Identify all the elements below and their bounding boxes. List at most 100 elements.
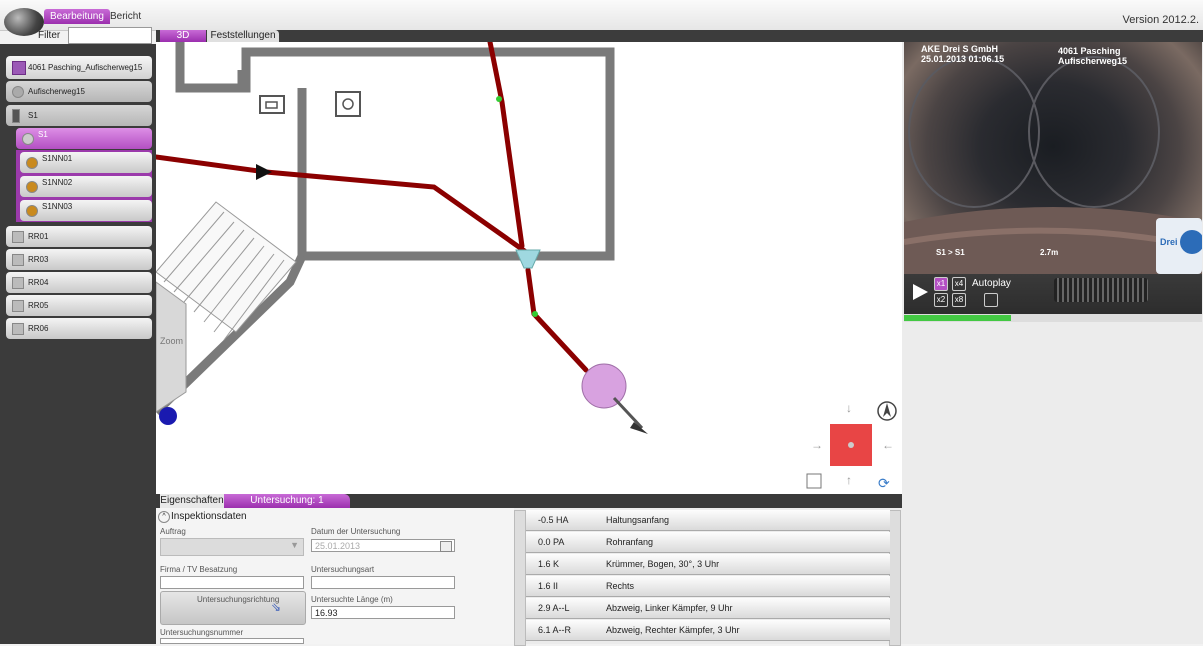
findings-scrollbar-right[interactable] — [889, 510, 901, 646]
outlet-box-icon — [259, 95, 285, 114]
nav-center-dot — [848, 442, 854, 448]
play-icon[interactable] — [910, 282, 930, 302]
tree-item-s1[interactable]: S1 — [6, 105, 152, 126]
finding-description: Abzweig, Rechter Kämpfer, 3 Uhr — [606, 625, 740, 635]
filter-input[interactable] — [68, 27, 152, 44]
finding-code: 2.9 A--L — [538, 603, 570, 613]
datum-field[interactable]: 25.01.2013 — [311, 539, 455, 552]
calendar-icon[interactable] — [440, 541, 452, 552]
tree-item-rr03[interactable]: RR03 — [6, 249, 152, 270]
joint-marker — [496, 96, 502, 102]
finding-description: Rohranfang — [606, 537, 654, 547]
finding-row[interactable]: 2.9 A--L Abzweig, Linker Kämpfer, 9 Uhr — [526, 598, 890, 619]
section-title: Inspektionsdaten — [171, 511, 247, 522]
inspection-video[interactable]: AKE Drei S GmbH 25.01.2013 01:06.15 4061… — [904, 42, 1202, 274]
jog-wheel[interactable] — [1054, 278, 1148, 302]
direction-arrow — [612, 396, 644, 430]
finding-row[interactable]: 1.6 II Rechts — [526, 576, 890, 597]
finding-row[interactable]: 1.6 K Krümmer, Bogen, 30°, 3 Uhr — [526, 554, 890, 575]
tree-item-rr06[interactable]: RR06 — [6, 318, 152, 339]
manhole-icon — [12, 109, 20, 123]
autoplay-label: Autoplay — [972, 278, 1011, 289]
video-section-label: S1 > S1 — [936, 248, 965, 257]
nav-up-icon[interactable]: ↓ — [846, 401, 852, 415]
pipe-icon — [26, 181, 38, 193]
tree-item-project[interactable]: 4061 Pasching_Aufischerweg15 — [6, 56, 152, 79]
tree-item-rr04[interactable]: RR04 — [6, 272, 152, 293]
firma-field[interactable] — [160, 576, 304, 589]
tree-item-label: S1 — [28, 111, 38, 120]
tab-bericht[interactable]: Bericht — [104, 9, 147, 24]
laenge-field[interactable]: 16.93 — [311, 606, 455, 619]
filter-label: Filter — [38, 30, 61, 41]
tree-item-label: Aufischerweg15 — [28, 87, 85, 96]
speed-x4-button[interactable]: x4 — [952, 277, 966, 291]
speed-x8-button[interactable]: x8 — [952, 293, 966, 307]
video-logo-text: Drei — [1160, 237, 1178, 247]
tree-item-street[interactable]: Aufischerweg15 — [6, 81, 152, 102]
laenge-label: Untersuchte Länge (m) — [311, 595, 393, 604]
tree-item-label: RR04 — [28, 278, 49, 287]
finding-row[interactable]: 6.1 A--R Abzweig, Rechter Kämpfer, 3 Uhr — [526, 620, 890, 641]
tree-item-label: S1 — [38, 130, 48, 139]
tab-eigenschaften[interactable]: Eigenschaften — [160, 494, 224, 508]
tab-feststellungen[interactable]: Feststellungen — [207, 30, 279, 42]
tree-item-rr01[interactable]: RR01 — [6, 226, 152, 247]
finding-row[interactable]: -0.5 HA Haltungsanfang — [526, 510, 890, 531]
pipe-icon — [26, 205, 38, 217]
3d-scene: Zoom ↓ ↑ → ← ⟳ — [156, 42, 897, 491]
untersuchungsart-field[interactable] — [311, 576, 455, 589]
view-tab-bar — [156, 30, 1203, 42]
staircase — [156, 201, 297, 413]
tab-3d[interactable]: 3D — [160, 30, 206, 42]
tree-item-s1nn01[interactable]: S1NN01 — [20, 152, 152, 173]
tree-item-label: RR06 — [28, 324, 49, 333]
tab-bearbeitung[interactable]: Bearbeitung — [44, 9, 110, 24]
finding-description: Abzweig, Linker Kämpfer, 9 Uhr — [606, 603, 733, 613]
tab-untersuchung[interactable]: Untersuchung: 1 — [224, 494, 350, 508]
camera-position-sphere[interactable] — [581, 363, 627, 409]
video-progress-fill — [904, 315, 1012, 321]
nav-down-icon[interactable]: ↑ — [846, 473, 852, 487]
nav-left-icon[interactable]: → — [811, 438, 823, 452]
street-icon — [12, 86, 24, 98]
firma-label: Firma / TV Besatzung — [160, 565, 238, 574]
speed-x1-button[interactable]: x1 — [934, 277, 948, 291]
untersuchungsart-label: Untersuchungsart — [311, 565, 375, 574]
square-icon — [12, 323, 24, 335]
nummer-label: Untersuchungsnummer — [160, 628, 244, 637]
rotate-view-icon[interactable]: ⟳ — [878, 475, 890, 491]
square-icon — [12, 254, 24, 266]
autoplay-checkbox[interactable] — [984, 293, 998, 307]
auftrag-label: Auftrag — [160, 527, 186, 536]
tree-item-rr05[interactable]: RR05 — [6, 295, 152, 316]
fit-view-icon[interactable] — [806, 473, 822, 489]
video-distance-label: 2.7m — [1040, 248, 1059, 257]
manhole-cone-icon — [515, 249, 541, 269]
project-icon — [12, 61, 26, 75]
tree-item-s1-selected[interactable]: S1 — [16, 128, 152, 149]
speed-x2-button[interactable]: x2 — [934, 293, 948, 307]
square-icon — [12, 277, 24, 289]
auftrag-select[interactable]: ▼ — [160, 538, 304, 556]
collapse-icon[interactable]: ^ — [158, 511, 170, 523]
pipe-branch — [487, 42, 525, 249]
camera-icon — [22, 133, 34, 145]
zoom-label: Zoom — [160, 336, 183, 346]
finding-row[interactable]: 0.0 PA Rohranfang — [526, 532, 890, 553]
chevron-down-icon: ▼ — [290, 540, 299, 550]
pipe-outflow — [525, 267, 589, 373]
untersuchungsrichtung-button[interactable]: Untersuchungsrichtung ⇘ — [160, 591, 306, 625]
finding-description: Krümmer, Bogen, 30°, 3 Uhr — [606, 559, 720, 569]
datum-label: Datum der Untersuchung — [311, 527, 401, 536]
findings-scrollbar-left[interactable] — [514, 510, 526, 646]
tree-item-label: RR01 — [28, 232, 49, 241]
nummer-field[interactable] — [160, 638, 304, 644]
tree-item-s1nn02[interactable]: S1NN02 — [20, 176, 152, 197]
finding-code: -0.5 HA — [538, 515, 569, 525]
3d-viewport[interactable]: Zoom ↓ ↑ → ← ⟳ — [156, 42, 902, 494]
nav-right-icon[interactable]: ← — [882, 438, 894, 452]
video-company: AKE Drei S GmbH — [921, 44, 999, 54]
tree-item-s1nn03[interactable]: S1NN03 — [20, 200, 152, 221]
joint-marker — [532, 311, 538, 317]
